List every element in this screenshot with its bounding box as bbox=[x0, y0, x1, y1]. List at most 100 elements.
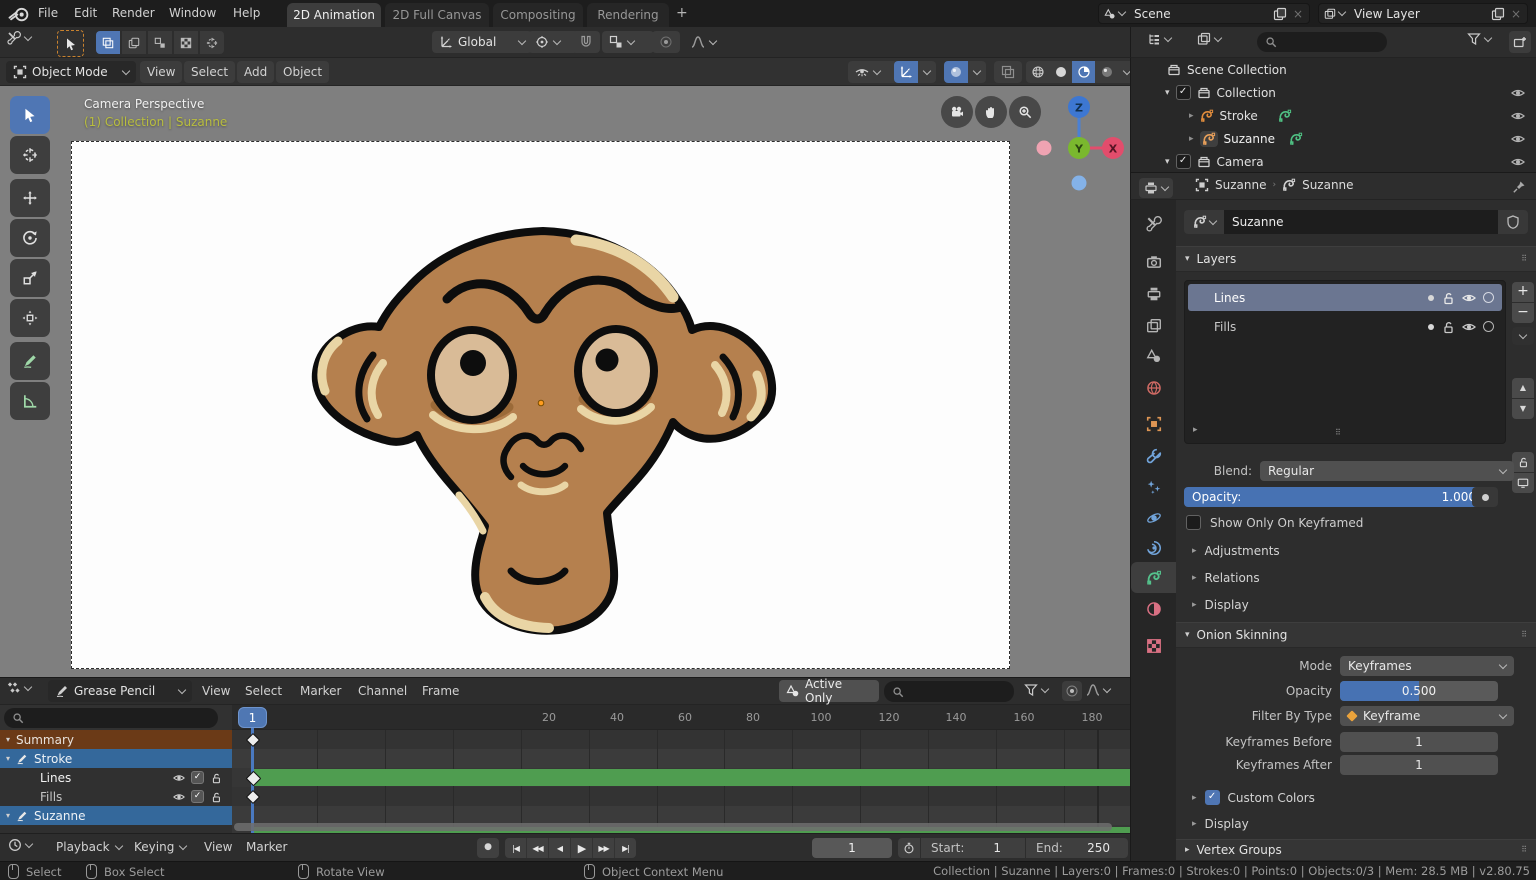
subpanel-adjustments[interactable]: ▸Adjustments bbox=[1192, 544, 1280, 558]
grease-pencil-drawing-suzanne[interactable] bbox=[71, 141, 1008, 667]
breadcrumb-data-name[interactable]: Suzanne bbox=[1302, 178, 1353, 192]
select-mode-new[interactable] bbox=[96, 31, 120, 54]
channel-suzanne[interactable]: ▾ Suzanne bbox=[0, 806, 232, 825]
channel-enable-checkbox[interactable]: ✓ bbox=[191, 790, 204, 803]
layer-move-down-button[interactable]: ▼ bbox=[1512, 399, 1534, 419]
select-mode-invert[interactable] bbox=[174, 31, 198, 54]
channel-lock-icon[interactable] bbox=[210, 772, 222, 784]
filter-by-type-dropdown[interactable]: Keyframe bbox=[1340, 706, 1514, 726]
viewport-camera-button[interactable] bbox=[941, 96, 973, 128]
expand-icon[interactable]: ▸ bbox=[1189, 111, 1194, 121]
tab-object[interactable] bbox=[1146, 416, 1162, 432]
tab-particles[interactable] bbox=[1146, 479, 1162, 495]
keying-menu[interactable]: Keying bbox=[134, 840, 186, 854]
opacity-animate-button[interactable] bbox=[1472, 487, 1498, 507]
object-visibility-dropdown[interactable] bbox=[848, 61, 898, 83]
layer-lock-icon[interactable] bbox=[1441, 291, 1455, 305]
snap-settings-dropdown[interactable] bbox=[602, 31, 654, 53]
layer-add-button[interactable]: + bbox=[1512, 282, 1534, 302]
play-reverse-button[interactable]: ◀ bbox=[549, 838, 571, 858]
pivot-point-dropdown[interactable] bbox=[528, 31, 578, 53]
timeline-editor-type-button[interactable] bbox=[8, 838, 32, 852]
channel-enable-checkbox[interactable]: ✓ bbox=[191, 771, 204, 784]
pin-id-icon[interactable] bbox=[1512, 180, 1526, 194]
toolbar-annotate[interactable] bbox=[10, 342, 50, 380]
channel-eye-icon[interactable] bbox=[173, 772, 185, 784]
tab-modifiers[interactable] bbox=[1146, 448, 1162, 464]
outliner-row-collection[interactable]: ▾ ✓ Collection bbox=[1131, 81, 1536, 104]
keyframes-before-field[interactable]: 1 bbox=[1340, 732, 1498, 752]
blender-logo-icon[interactable] bbox=[8, 5, 30, 22]
menu-help[interactable]: Help bbox=[233, 6, 260, 20]
hide-eye-icon[interactable] bbox=[1511, 155, 1525, 169]
dopesheet-editor-type-button[interactable] bbox=[7, 681, 31, 695]
tab-constraints[interactable] bbox=[1146, 540, 1162, 556]
mode-dropdown[interactable]: Object Mode bbox=[6, 61, 136, 83]
collection-checkbox[interactable]: ✓ bbox=[1176, 154, 1191, 169]
proportional-falloff-dropdown[interactable] bbox=[684, 31, 736, 53]
layer-onion-icon[interactable] bbox=[1483, 321, 1494, 332]
gp-data-name-field[interactable]: Suzanne bbox=[1224, 210, 1498, 234]
viewport-pan-button[interactable] bbox=[975, 96, 1007, 128]
toolbar-cursor[interactable] bbox=[10, 136, 50, 174]
gp-data-type-dropdown[interactable] bbox=[1184, 210, 1224, 234]
outliner-row-suzanne[interactable]: ▸ Suzanne bbox=[1131, 127, 1536, 150]
proportional-edit-toggle[interactable] bbox=[652, 31, 680, 53]
toolbar-select-box[interactable] bbox=[10, 96, 50, 134]
channel-eye-icon[interactable] bbox=[173, 791, 185, 803]
tab-texture[interactable] bbox=[1146, 638, 1162, 654]
panel-drag-dots[interactable]: ⠿ bbox=[1521, 848, 1528, 852]
panel-drag-dots[interactable]: ⠿ bbox=[1521, 257, 1528, 261]
timeline-menu-view[interactable]: View bbox=[204, 840, 232, 854]
show-only-keyframed-row[interactable]: Show Only On Keyframed bbox=[1186, 515, 1363, 530]
viewport-menu-object[interactable]: Object bbox=[276, 61, 329, 83]
channel-lock-icon[interactable] bbox=[210, 791, 222, 803]
tab-render[interactable] bbox=[1146, 254, 1162, 270]
tab-2d-full-canvas[interactable]: 2D Full Canvas bbox=[385, 3, 489, 27]
current-frame-field[interactable]: 1 bbox=[812, 838, 892, 858]
layer-remove-button[interactable]: − bbox=[1512, 303, 1534, 323]
snap-toggle[interactable] bbox=[572, 31, 600, 53]
layer-specials-button[interactable] bbox=[1512, 327, 1534, 345]
layers-panel-header[interactable]: ▾Layers ⠿ bbox=[1176, 246, 1536, 272]
tab-scene[interactable] bbox=[1146, 348, 1162, 364]
playback-menu[interactable]: Playback bbox=[56, 840, 122, 854]
outliner-row-camera[interactable]: ▾ ✓ Camera bbox=[1131, 150, 1536, 173]
expand-icon[interactable]: ▸ bbox=[1189, 134, 1194, 144]
dopesheet-search-field[interactable] bbox=[884, 681, 1014, 702]
tab-2d-animation[interactable]: 2D Animation bbox=[287, 3, 381, 27]
channel-summary[interactable]: ▾Summary bbox=[0, 730, 232, 749]
custom-colors-checkbox[interactable]: ✓ bbox=[1205, 790, 1220, 805]
new-scene-icon[interactable] bbox=[1273, 7, 1287, 21]
select-mode-subtract[interactable] bbox=[148, 31, 172, 54]
subpanel-display[interactable]: ▸Display bbox=[1192, 598, 1249, 612]
layer-isolate-lock-button[interactable] bbox=[1512, 452, 1534, 472]
collection-checkbox[interactable]: ✓ bbox=[1176, 85, 1191, 100]
blend-dropdown[interactable]: Regular bbox=[1260, 461, 1514, 481]
outliner-row-scene-collection[interactable]: Scene Collection bbox=[1131, 58, 1536, 81]
panel-drag-dots[interactable]: ⠿ bbox=[1521, 633, 1528, 637]
outliner-row-stroke[interactable]: ▸ Stroke bbox=[1131, 104, 1536, 127]
select-mode-extend[interactable] bbox=[122, 31, 146, 54]
properties-editor-type-button[interactable] bbox=[1139, 178, 1173, 198]
tab-compositing[interactable]: Compositing bbox=[493, 3, 583, 27]
add-workspace-button[interactable]: + bbox=[676, 5, 688, 21]
scene-selector[interactable]: Scene × bbox=[1098, 3, 1310, 24]
onion-skinning-panel-header[interactable]: ▾Onion Skinning ⠿ bbox=[1176, 622, 1536, 648]
unlink-scene-icon[interactable]: × bbox=[1293, 7, 1303, 21]
timeline-menu-marker[interactable]: Marker bbox=[246, 840, 287, 854]
transform-orientation-dropdown[interactable]: Global bbox=[432, 31, 532, 53]
navigation-axis-gizmo[interactable]: Z Y X bbox=[1030, 92, 1130, 192]
hide-eye-icon[interactable] bbox=[1511, 86, 1525, 100]
tab-material[interactable] bbox=[1146, 601, 1162, 617]
scene-name[interactable]: Scene bbox=[1134, 7, 1171, 21]
scene-dropdown-caret[interactable] bbox=[1118, 8, 1126, 16]
view-layer-dropdown-caret[interactable] bbox=[1338, 8, 1346, 16]
viewport-menu-add[interactable]: Add bbox=[237, 61, 274, 83]
record-button[interactable]: ● bbox=[477, 838, 499, 858]
expand-icon[interactable]: ▾ bbox=[1165, 157, 1170, 167]
dopesheet-menu-select[interactable]: Select bbox=[245, 684, 282, 698]
menu-file[interactable]: File bbox=[38, 6, 58, 20]
layer-row-fills[interactable]: Fills bbox=[1188, 313, 1502, 340]
xray-toggle[interactable] bbox=[994, 61, 1022, 83]
